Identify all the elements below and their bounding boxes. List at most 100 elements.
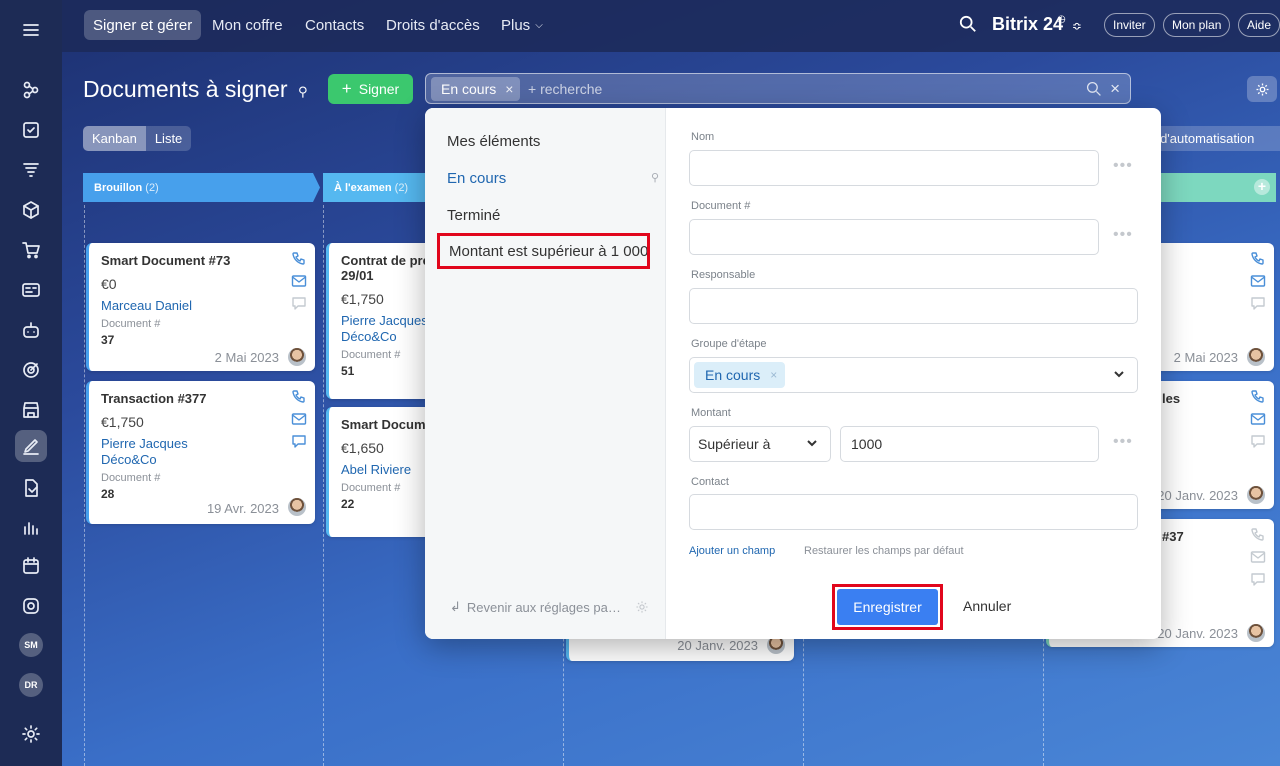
more-icon[interactable]: ••• <box>1113 226 1133 244</box>
automation-rules-button[interactable]: Règles d'automatisation <box>1150 126 1280 151</box>
sign-icon[interactable] <box>15 430 47 462</box>
column-header-done[interactable]: + <box>1150 173 1276 202</box>
reset-fields-link[interactable]: Restaurer les champs par défaut <box>804 545 964 557</box>
chevron-down-icon[interactable] <box>1112 367 1126 386</box>
contact-field[interactable] <box>689 494 1138 530</box>
gear-icon[interactable] <box>635 600 649 614</box>
menu-icon[interactable] <box>15 14 47 46</box>
cancel-button[interactable]: Annuler <box>963 598 1011 614</box>
pin-icon[interactable]: ⚲ <box>298 84 308 100</box>
preset-in-progress[interactable]: En cours <box>447 170 506 187</box>
kanban-card[interactable]: Transaction #377 €1,750 Pierre Jacques D… <box>86 381 315 524</box>
tab-kanban[interactable]: Kanban <box>83 126 146 151</box>
calendar-icon[interactable] <box>15 550 47 582</box>
messenger-icon[interactable] <box>15 590 47 622</box>
nav-access-rights[interactable]: Droits d'accès <box>377 10 489 40</box>
card-title[interactable]: Smart Document #73 <box>101 253 303 268</box>
my-plan-button[interactable]: Mon plan <box>1163 13 1231 37</box>
chat-icon[interactable] <box>291 295 307 311</box>
field-label-contact: Contact <box>691 476 729 488</box>
mail-icon[interactable] <box>291 411 307 427</box>
analytics-icon[interactable] <box>15 512 47 544</box>
sign-button[interactable]: + Signer <box>328 74 413 104</box>
mail-icon[interactable] <box>291 273 307 289</box>
tasks-icon[interactable] <box>15 114 47 146</box>
filter-search-bar[interactable]: En cours × + recherche × <box>425 73 1131 104</box>
mail-icon[interactable] <box>1250 411 1266 427</box>
phone-icon[interactable] <box>291 251 307 267</box>
add-column-icon[interactable]: + <box>1254 179 1270 195</box>
contact-card-icon[interactable] <box>15 274 47 306</box>
amount-operator-value: Supérieur à <box>698 436 771 452</box>
stage-group-select[interactable]: En cours × <box>689 357 1138 393</box>
invite-button[interactable]: Inviter <box>1104 13 1155 37</box>
avatar[interactable]: DR <box>19 673 43 697</box>
more-icon[interactable]: ••• <box>1113 433 1133 451</box>
funnel-icon[interactable] <box>15 154 47 186</box>
chat-icon[interactable] <box>291 433 307 449</box>
search-icon[interactable] <box>1086 81 1102 102</box>
document-number-field[interactable] <box>689 219 1099 255</box>
cart-icon[interactable] <box>15 234 47 266</box>
target-icon[interactable] <box>15 354 47 386</box>
add-field-link[interactable]: Ajouter un champ <box>689 545 775 557</box>
mail-icon[interactable] <box>1250 549 1266 565</box>
sliders-icon[interactable]: ≎ <box>1072 19 1082 33</box>
avatar[interactable] <box>1247 486 1265 504</box>
kanban-card[interactable]: Smart Document #73 €0 Marceau Daniel Doc… <box>86 243 315 371</box>
nav-more[interactable]: Plus ⌵ <box>492 10 552 40</box>
card-contact[interactable]: Pierre Jacques Déco&Co <box>101 436 211 468</box>
settings-button[interactable] <box>1247 76 1277 102</box>
column-header-draft[interactable]: Brouillon (2) <box>83 173 320 202</box>
sign-button-label: Signer <box>358 81 400 97</box>
avatar[interactable] <box>1247 624 1265 642</box>
close-icon[interactable]: × <box>770 368 777 382</box>
stage-chip[interactable]: En cours × <box>694 362 786 388</box>
save-button[interactable]: Enregistrer <box>837 589 938 625</box>
phone-icon[interactable] <box>1250 251 1266 267</box>
chat-icon[interactable] <box>1250 295 1266 311</box>
phone-icon[interactable] <box>1250 389 1266 405</box>
search-icon[interactable] <box>959 15 979 35</box>
mail-icon[interactable] <box>1250 273 1266 289</box>
preset-amount-over-1000[interactable]: Montant est supérieur à 1 000 <box>437 233 650 269</box>
settings-icon[interactable] <box>15 718 47 750</box>
amount-value-input[interactable]: 1000 <box>840 426 1099 462</box>
chat-icon[interactable] <box>1250 571 1266 587</box>
pin-icon[interactable]: ⚲ <box>651 171 659 184</box>
field-label-document: Document # <box>691 200 751 212</box>
close-icon[interactable]: × <box>505 81 513 97</box>
filter-popup: Mes éléments En cours ⚲ Terminé Montant … <box>425 108 1161 639</box>
name-field[interactable] <box>689 150 1099 186</box>
responsible-field[interactable] <box>689 288 1138 324</box>
clear-icon[interactable]: × <box>1110 79 1120 99</box>
workflow-icon[interactable] <box>15 74 47 106</box>
chat-icon[interactable] <box>1250 433 1266 449</box>
phone-icon[interactable] <box>291 389 307 405</box>
tab-list[interactable]: Liste <box>146 126 191 151</box>
avatar[interactable] <box>288 498 306 516</box>
robot-icon[interactable] <box>15 314 47 346</box>
card-title[interactable]: Transaction #377 <box>101 391 303 406</box>
search-input[interactable]: + recherche <box>528 81 602 97</box>
avatar[interactable] <box>1247 348 1265 366</box>
preset-done[interactable]: Terminé <box>447 207 500 224</box>
amount-operator-select[interactable]: Supérieur à <box>689 426 831 462</box>
avatar[interactable]: SM <box>19 633 43 657</box>
phone-icon[interactable] <box>1250 527 1266 543</box>
nav-contacts[interactable]: Contacts <box>296 10 373 40</box>
restore-defaults-link[interactable]: ↲ Revenir aux réglages par défaut <box>450 599 622 615</box>
nav-my-vault[interactable]: Mon coffre <box>203 10 292 40</box>
document-edit-icon[interactable] <box>15 472 47 504</box>
filter-chip[interactable]: En cours × <box>431 77 521 101</box>
more-icon[interactable]: ••• <box>1113 157 1133 175</box>
preset-my-items[interactable]: Mes éléments <box>447 133 540 150</box>
avatar[interactable] <box>288 348 306 366</box>
help-button[interactable]: Aide <box>1238 13 1280 37</box>
chevron-down-icon: ⌵ <box>535 19 543 31</box>
card-contact[interactable]: Marceau Daniel <box>101 298 303 314</box>
nav-sign-manage[interactable]: Signer et gérer <box>84 10 202 40</box>
box-icon[interactable] <box>15 194 47 226</box>
column-header-review[interactable]: À l'examen (2) <box>323 173 433 202</box>
store-icon[interactable] <box>15 394 47 426</box>
